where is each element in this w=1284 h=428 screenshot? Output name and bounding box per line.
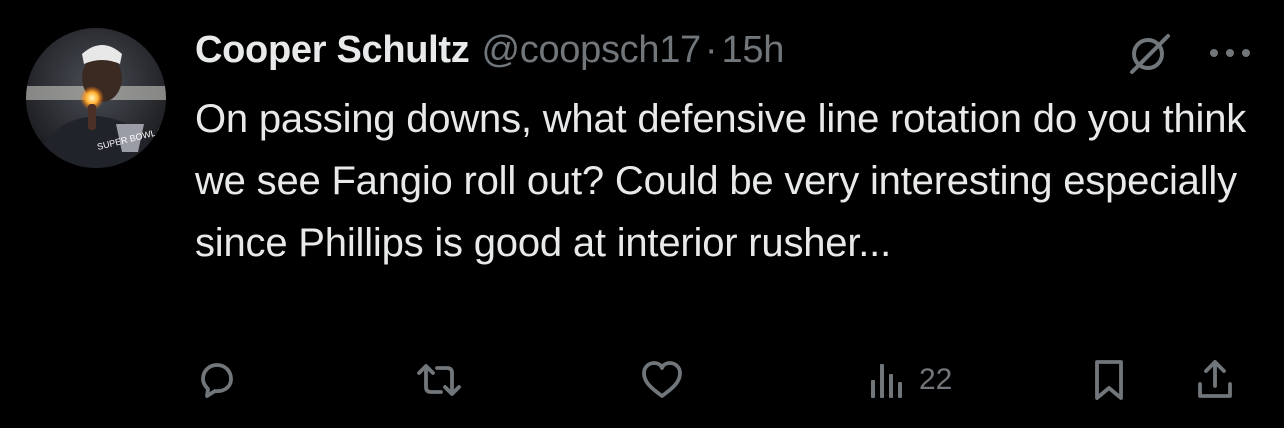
bookmark-button[interactable] [1089, 352, 1129, 408]
views-count: 22 [919, 363, 953, 396]
grok-icon[interactable] [1126, 30, 1172, 76]
retweet-icon [415, 359, 463, 401]
display-name[interactable]: Cooper Schultz [195, 29, 470, 72]
bookmark-icon [1089, 358, 1129, 402]
heart-icon [639, 359, 685, 401]
like-button[interactable] [639, 352, 685, 408]
more-icon[interactable] [1208, 47, 1252, 59]
separator-dot: · [704, 28, 718, 71]
tweet-top-icons [1126, 30, 1252, 76]
reply-icon [195, 359, 237, 401]
views-icon [867, 360, 907, 400]
retweet-button[interactable] [415, 352, 463, 408]
reply-button[interactable] [195, 352, 237, 408]
avatar[interactable]: SUPER BOWL CHAMPI [26, 28, 166, 168]
views-button[interactable]: 22 [867, 352, 952, 408]
share-icon [1195, 358, 1235, 402]
tweet-actions: 22 [195, 352, 1255, 408]
handle[interactable]: @coopsch17 [481, 29, 701, 72]
tweet-header: Cooper Schultz @coopsch17 · 15h [195, 24, 784, 76]
tweet-text: On passing downs, what defensive line ro… [195, 97, 1247, 265]
timestamp[interactable]: 15h [722, 29, 785, 72]
share-button[interactable] [1195, 352, 1235, 408]
